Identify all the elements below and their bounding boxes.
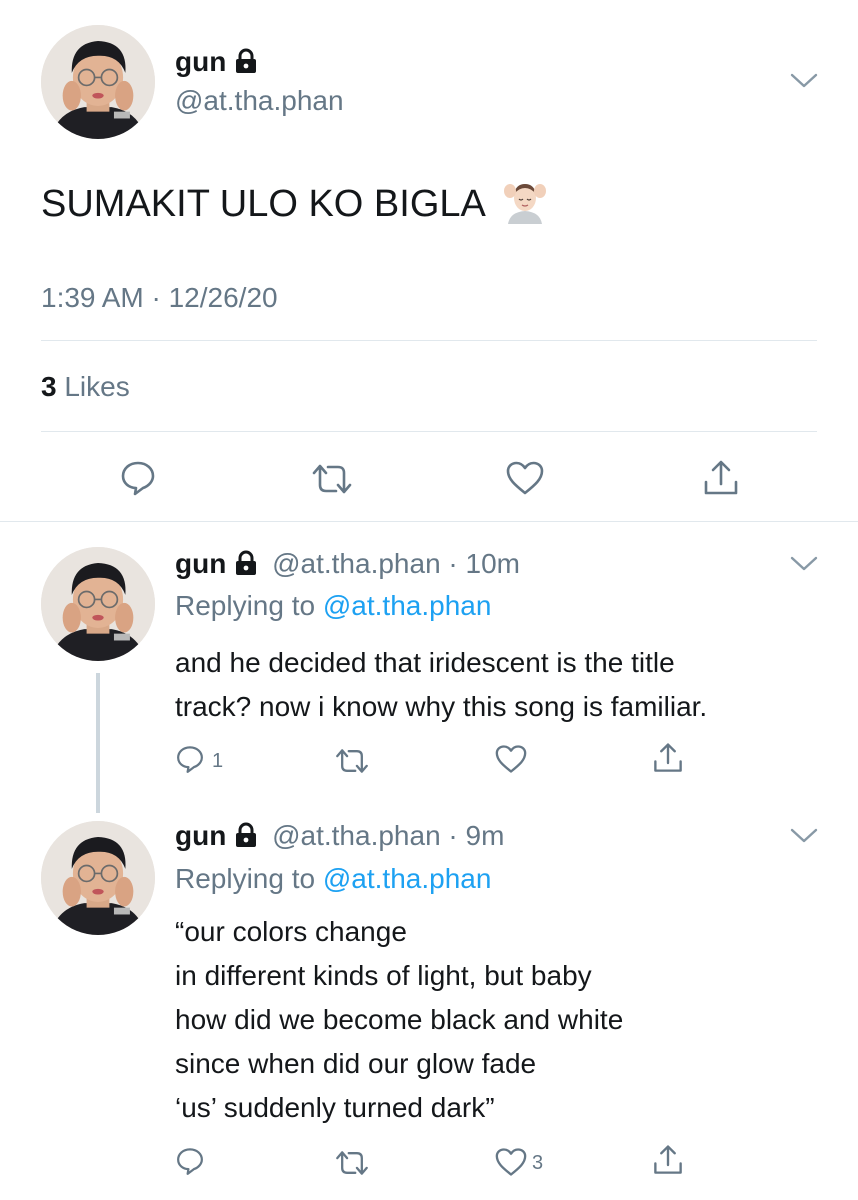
reply-text: and he decided that iridescent is the ti… [175, 641, 707, 729]
retweet-icon[interactable] [334, 746, 370, 776]
lock-icon [234, 48, 258, 81]
lock-icon [234, 550, 258, 584]
retweet-icon[interactable] [310, 461, 354, 497]
likes-label: Likes [64, 371, 130, 402]
reply-text: “our colors change in different kinds of… [175, 910, 623, 1130]
share-icon[interactable] [652, 1143, 684, 1177]
replying-to-link[interactable]: @at.tha.phan [323, 590, 492, 621]
reply-icon[interactable] [175, 744, 205, 776]
reply-text-line: how did we become black and white [175, 1004, 624, 1035]
main-tweet-text: SUMAKIT ULO KO BIGLA [41, 183, 484, 225]
chevron-down-icon[interactable] [789, 72, 819, 90]
reply-time[interactable]: 9m [466, 820, 505, 851]
reply-text-line: since when did our glow fade [175, 1048, 537, 1079]
main-tweet-avatar[interactable] [41, 25, 155, 139]
reply-text-line: “our colors change [175, 916, 407, 947]
likes-summary[interactable]: 3 Likes [41, 370, 130, 404]
divider [41, 340, 817, 341]
reply-time[interactable]: 10m [466, 548, 520, 579]
reply-text-line: ‘us’ suddenly turned dark” [175, 1092, 495, 1123]
retweet-icon[interactable] [334, 1148, 370, 1178]
likes-count: 3 [41, 371, 57, 402]
replying-to-label: Replying to [175, 863, 316, 894]
lock-icon [234, 822, 258, 856]
reply-icon[interactable] [119, 459, 157, 497]
reply-avatar[interactable] [41, 821, 155, 935]
heart-icon[interactable] [505, 460, 545, 496]
heart-icon[interactable] [494, 744, 528, 774]
reply-text-line: in different kinds of light, but baby [175, 960, 592, 991]
thread-line [96, 673, 100, 813]
main-tweet-emoji [498, 180, 552, 224]
replying-to-label: Replying to [175, 590, 316, 621]
separator-dot: · [440, 548, 466, 579]
main-tweet-display-name[interactable]: gun [175, 46, 226, 77]
reply-display-name[interactable]: gun [175, 820, 226, 851]
reply-handle[interactable]: @at.tha.phan [272, 820, 441, 851]
like-count: 3 [532, 1152, 544, 1174]
section-divider [0, 521, 858, 522]
reply-count: 1 [212, 750, 224, 772]
reply-text-line: track? now i know why this song is famil… [175, 691, 708, 722]
main-tweet-timestamp[interactable]: 1:39 AM · 12/26/20 [41, 281, 278, 315]
chevron-down-icon[interactable] [789, 827, 819, 845]
share-icon[interactable] [702, 458, 740, 498]
chevron-down-icon[interactable] [789, 555, 819, 573]
reply-avatar[interactable] [41, 547, 155, 661]
heart-icon[interactable] [494, 1147, 528, 1177]
main-tweet-handle[interactable]: @at.tha.phan [175, 84, 344, 118]
divider [41, 431, 817, 432]
reply-display-name[interactable]: gun [175, 548, 226, 579]
reply-icon[interactable] [175, 1146, 205, 1178]
share-icon[interactable] [652, 741, 684, 775]
replying-to-link[interactable]: @at.tha.phan [323, 863, 492, 894]
reply-handle[interactable]: @at.tha.phan [272, 548, 441, 579]
reply-text-line: and he decided that iridescent is the ti… [175, 647, 675, 678]
separator-dot: · [440, 820, 466, 851]
